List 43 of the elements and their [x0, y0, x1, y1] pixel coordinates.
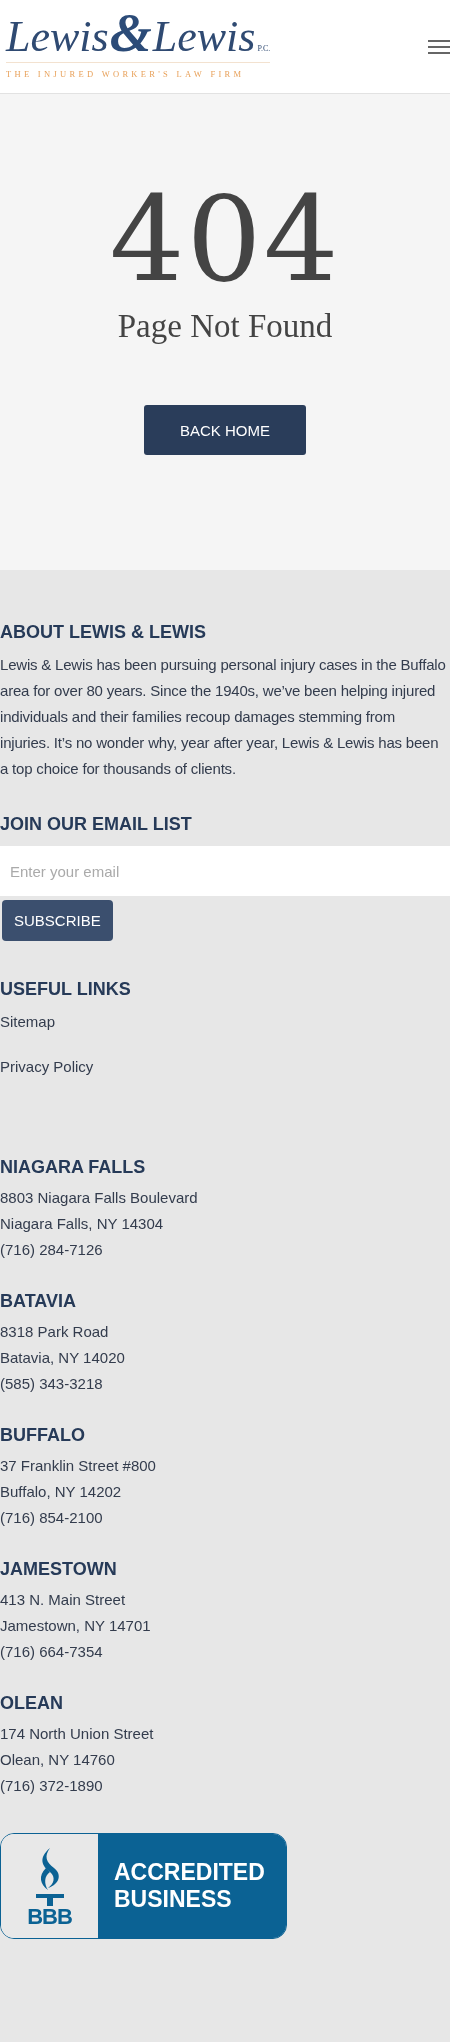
- office-detail: (716) 854-2100: [0, 1508, 104, 1528]
- section-heading: ABOUT LEWIS & LEWIS: [0, 621, 207, 644]
- logo-suffix: P.C.: [257, 44, 271, 53]
- office-detail: (716) 284-7126: [0, 1240, 104, 1260]
- office-name: OLEAN: [0, 1692, 64, 1715]
- subscribe-button[interactable]: SUBSCRIBE: [2, 900, 113, 941]
- office-name: NIAGARA FALLS: [0, 1156, 147, 1179]
- torch-icon: [33, 1848, 66, 1906]
- seal-mark: BBB: [27, 1906, 72, 1928]
- email-field[interactable]: Enter your email: [0, 846, 450, 896]
- footer-link[interactable]: Sitemap: [0, 1011, 56, 1032]
- office-detail: 174 North Union Street: [0, 1724, 155, 1744]
- footer-link[interactable]: Privacy Policy: [0, 1056, 94, 1077]
- office-detail: 8318 Park Road: [0, 1322, 110, 1342]
- office-detail: (716) 372-1890: [0, 1776, 104, 1796]
- office-detail: Batavia, NY 14020: [0, 1348, 126, 1368]
- office-name: BUFFALO: [0, 1424, 86, 1447]
- back-home-button[interactable]: BACK HOME: [144, 405, 306, 455]
- accreditation-seal[interactable]: BBB ACCREDITED BUSINESS: [0, 1833, 287, 1939]
- section-heading: JOIN OUR EMAIL LIST: [0, 813, 193, 836]
- office-detail: Olean, NY 14760: [0, 1750, 116, 1770]
- logo-ampersand: &: [109, 8, 152, 58]
- error-code: 404: [109, 184, 341, 294]
- office-name: JAMESTOWN: [0, 1558, 118, 1581]
- logo[interactable]: Lewis&Lewis P.C. THE INJURED WORKER'S LAW FIRM: [6, 8, 271, 79]
- office-detail: 413 N. Main Street: [0, 1590, 127, 1610]
- seal-text: BUSINESS: [114, 1886, 233, 1913]
- logo-name: Lewis: [152, 12, 256, 62]
- about-paragraph: Lewis & Lewis has been pursuing personal injury cases in the Buffalo area for over 80 years. Since the 1940s, we’ve been helping injured individuals and their families recoup damages stemming from injuries. It’s no wonder why, year after year, Lewis & Lewis has been a top choice for thousands of clients.: [0, 655, 447, 779]
- office-detail: (716) 664-7354: [0, 1642, 104, 1662]
- menu-icon[interactable]: [428, 39, 450, 54]
- office-detail: Buffalo, NY 14202: [0, 1482, 123, 1502]
- office-detail: Niagara Falls, NY 14304: [0, 1214, 165, 1234]
- office-detail: (585) 343-3218: [0, 1374, 104, 1394]
- logo-tagline: THE INJURED WORKER'S LAW FIRM: [6, 69, 246, 79]
- office-detail: Jamestown, NY 14701: [0, 1616, 152, 1636]
- office-name: BATAVIA: [0, 1290, 77, 1313]
- error-title: Page Not Found: [117, 308, 333, 345]
- office-detail: 37 Franklin Street #800: [0, 1456, 157, 1476]
- office-detail: 8803 Niagara Falls Boulevard: [0, 1188, 199, 1208]
- seal-text: ACCREDITED: [114, 1859, 266, 1886]
- logo-name: Lewis: [6, 12, 109, 62]
- section-heading: USEFUL LINKS: [0, 978, 132, 1001]
